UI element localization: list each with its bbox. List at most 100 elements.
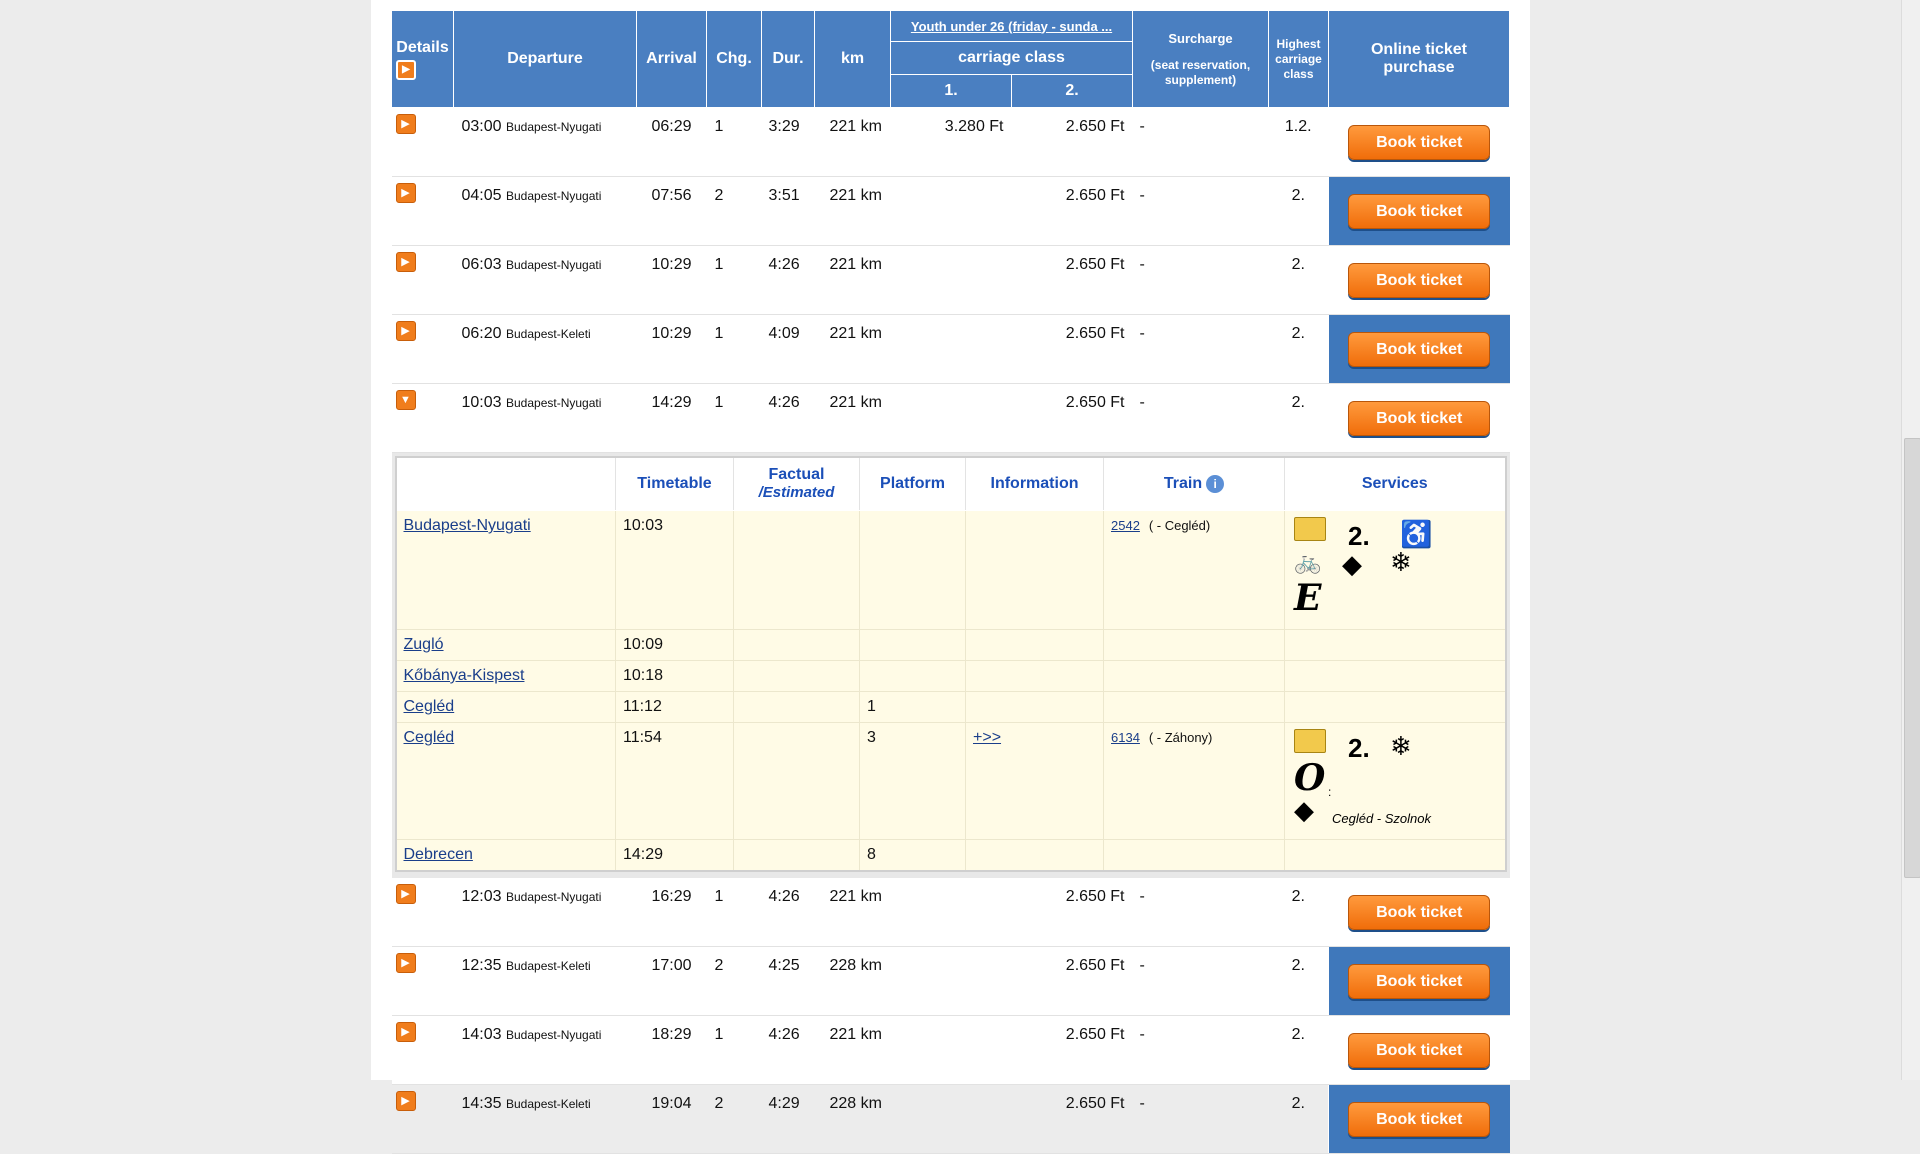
buy-cell: Book ticket <box>1328 245 1510 315</box>
departure-station: Budapest-Nyugati <box>506 189 602 203</box>
train-number-link[interactable]: 2542 <box>1111 518 1140 533</box>
col-departure[interactable]: Departure <box>453 10 637 108</box>
youth-discount-link[interactable]: Youth under 26 (friday - sunda ... <box>890 10 1133 42</box>
col-duration[interactable]: Dur. <box>761 10 815 108</box>
surcharge: - <box>1132 1015 1269 1085</box>
departure-cell: 12:35 Budapest-Keleti <box>453 946 637 1016</box>
expand-arrow-icon[interactable]: ▶ <box>395 114 416 134</box>
buy-cell: Book ticket <box>1328 946 1510 1016</box>
changes-count: 2 <box>706 946 762 1016</box>
scrollbar-thumb[interactable] <box>1904 438 1920 878</box>
stop-station-link[interactable]: Zugló <box>404 636 444 653</box>
stop-station-link[interactable]: Cegléd <box>404 729 455 746</box>
expand-arrow-icon[interactable]: ▶ <box>395 884 416 904</box>
book-ticket-button[interactable]: Book ticket <box>1348 331 1491 367</box>
details-toggle[interactable]: ▶ <box>391 878 454 947</box>
vertical-scrollbar[interactable] <box>1901 0 1920 1080</box>
book-ticket-button[interactable]: Book ticket <box>1348 1101 1491 1137</box>
details-toggle[interactable]: ▶ <box>391 1015 454 1085</box>
connection-row[interactable]: ▶ 14:03 Budapest-Nyugati 18:29 1 4:26 221 km 2… <box>391 1015 1510 1085</box>
e-train-icon: E <box>1294 577 1322 619</box>
book-ticket-button[interactable]: Book ticket <box>1348 124 1491 160</box>
connection-row[interactable]: ▶ 14:35 Budapest-Keleti 19:04 2 4:29 228 km 2.… <box>391 1084 1510 1154</box>
departure-time: 14:03 <box>461 1026 502 1043</box>
distance: 228 km <box>814 946 891 1016</box>
duration: 4:25 <box>761 946 815 1016</box>
col-surcharge: Surcharge (seat reservation, supplement) <box>1132 10 1269 108</box>
stop-info-link[interactable]: +>> <box>973 729 1001 746</box>
buy-cell: Book ticket <box>1328 176 1510 246</box>
connections-table: Details ▶ Departure Arrival Chg. Dur. km… <box>391 10 1510 1154</box>
estimated-label: /Estimated <box>758 484 835 501</box>
col-arrival[interactable]: Arrival <box>636 10 707 108</box>
o-train-icon: O <box>1294 757 1326 799</box>
details-toggle[interactable]: ▶ <box>391 107 454 177</box>
details-toggle[interactable]: ▼ <box>391 383 454 453</box>
book-ticket-button[interactable]: Book ticket <box>1348 963 1491 999</box>
details-toggle[interactable]: ▶ <box>391 176 454 246</box>
expand-arrow-icon[interactable]: ▶ <box>395 953 416 973</box>
departure-cell: 06:03 Budapest-Nyugati <box>453 245 637 315</box>
arrival-time: 06:29 <box>636 107 707 177</box>
book-ticket-button[interactable]: Book ticket <box>1348 193 1491 229</box>
price-class-2: 2.650 Ft <box>1011 1015 1133 1085</box>
price-class-2: 2.650 Ft <box>1011 878 1133 947</box>
connection-row[interactable]: ▶ 06:03 Budapest-Nyugati 10:29 1 4:26 221 km 2… <box>391 245 1510 315</box>
stop-timetable-time: 11:12 <box>615 691 734 723</box>
book-ticket-button[interactable]: Book ticket <box>1348 400 1491 436</box>
train-number-link[interactable]: 6134 <box>1111 730 1140 745</box>
stop-row: Budapest-Nyugati 10:03 2542 ( - Cegléd) 2. ♿… <box>395 510 1506 630</box>
youth-discount-label[interactable]: Youth under 26 (friday - sunda ... <box>911 19 1112 34</box>
col-details: Details ▶ <box>391 10 454 108</box>
details-toggle[interactable]: ▶ <box>391 314 454 384</box>
price-class-1 <box>890 245 1012 315</box>
departure-cell: 14:35 Budapest-Keleti <box>453 1084 637 1154</box>
expand-arrow-icon[interactable]: ▶ <box>395 1022 416 1042</box>
book-ticket-button[interactable]: Book ticket <box>1348 894 1491 930</box>
departure-cell: 12:03 Budapest-Nyugati <box>453 878 637 947</box>
stop-factual-time <box>733 722 860 840</box>
book-ticket-button[interactable]: Book ticket <box>1348 262 1491 298</box>
highest-class: 1.2. <box>1268 107 1329 177</box>
stop-station-link[interactable]: Kőbánya-Kispest <box>404 667 525 684</box>
stop-station-link[interactable]: Budapest-Nyugati <box>404 517 531 534</box>
connection-detail-panel: Timetable Factual/Estimated Platform Inf… <box>391 452 1510 878</box>
expand-arrow-icon[interactable]: ▶ <box>395 321 416 341</box>
expand-all-icon[interactable]: ▶ <box>396 59 416 80</box>
stop-station-link[interactable]: Cegléd <box>404 698 455 715</box>
expand-arrow-icon[interactable]: ▶ <box>395 252 416 272</box>
distance: 228 km <box>814 1084 891 1154</box>
bicycle-icon: 🚲 <box>1294 549 1322 574</box>
details-toggle[interactable]: ▶ <box>391 1084 454 1154</box>
arrival-time: 10:29 <box>636 314 707 384</box>
stop-station-link[interactable]: Debrecen <box>404 846 473 863</box>
connection-row[interactable]: ▶ 03:00 Budapest-Nyugati 06:29 1 3:29 221 km 3… <box>391 107 1510 177</box>
services-icons: 2. ❄ O ◆: Cegléd - Szolnok <box>1292 727 1498 835</box>
connection-row[interactable]: ▼ 10:03 Budapest-Nyugati 14:29 1 4:26 221 km 2… <box>391 383 1510 453</box>
buy-cell: Book ticket <box>1328 383 1510 453</box>
col-changes[interactable]: Chg. <box>706 10 762 108</box>
connection-row[interactable]: ▶ 12:35 Budapest-Keleti 17:00 2 4:25 228 km 2.… <box>391 946 1510 1016</box>
info-icon[interactable]: i <box>1206 474 1225 493</box>
connection-row[interactable]: ▶ 06:20 Budapest-Keleti 10:29 1 4:09 221 km 2.… <box>391 314 1510 384</box>
surcharge: - <box>1132 176 1269 246</box>
details-toggle[interactable]: ▶ <box>391 245 454 315</box>
book-ticket-button[interactable]: Book ticket <box>1348 1032 1491 1068</box>
train-destination: ( - Záhony) <box>1148 730 1213 745</box>
connection-row[interactable]: ▶ 12:03 Budapest-Nyugati 16:29 1 4:26 221 km 2… <box>391 878 1510 947</box>
price-class-1 <box>890 878 1012 947</box>
surcharge: - <box>1132 946 1269 1016</box>
details-toggle[interactable]: ▶ <box>391 946 454 1016</box>
expand-arrow-icon[interactable]: ▶ <box>395 183 416 203</box>
connection-row[interactable]: ▶ 04:05 Budapest-Nyugati 07:56 2 3:51 221 km 2… <box>391 176 1510 246</box>
changes-count: 1 <box>706 107 762 177</box>
price-class-1: 3.280 Ft <box>890 107 1012 177</box>
departure-cell: 04:05 Budapest-Nyugati <box>453 176 637 246</box>
highest-class: 2. <box>1268 1084 1329 1154</box>
col-services: Services <box>1284 456 1506 511</box>
highest-class: 2. <box>1268 314 1329 384</box>
price-class-1 <box>890 383 1012 453</box>
expand-arrow-icon[interactable]: ▶ <box>395 1091 416 1111</box>
collapse-arrow-icon[interactable]: ▼ <box>395 390 416 410</box>
stop-platform <box>859 629 966 661</box>
